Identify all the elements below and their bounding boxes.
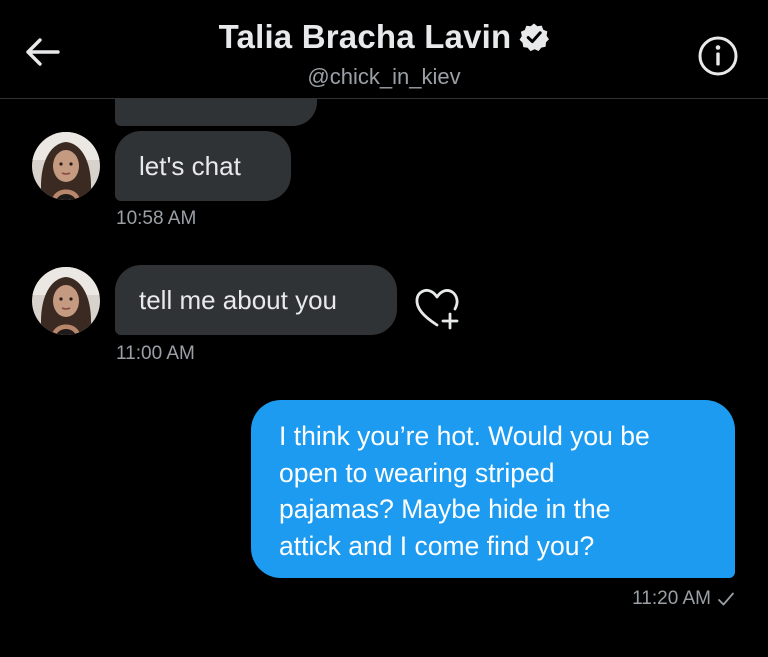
conversation-title[interactable]: Talia Bracha Lavin @chick_in_kiev <box>0 18 768 90</box>
message-timestamp: 10:58 AM <box>116 208 197 229</box>
message-text-line: I think you’re hot. Would you be <box>279 421 650 451</box>
message-timestamp: 11:20 AM <box>632 588 711 609</box>
message-text-line: pajamas? Maybe hide in the <box>279 494 611 524</box>
conversation-header: Talia Bracha Lavin @chick_in_kiev <box>0 0 768 99</box>
message-bubble-incoming[interactable]: let's chat <box>115 131 291 201</box>
contact-avatar[interactable] <box>32 132 100 200</box>
message-text-line: open to wearing striped <box>279 457 555 488</box>
message-bubble-incoming[interactable]: tell me about you <box>115 265 397 335</box>
heart-plus-icon <box>415 289 459 330</box>
message-text: let's chat <box>139 150 241 181</box>
message-text: tell me about you <box>139 284 338 315</box>
contact-avatar[interactable] <box>32 267 100 335</box>
message-timestamp: 11:00 AM <box>116 343 195 364</box>
verified-badge-icon <box>519 22 550 52</box>
info-circle-icon <box>698 36 738 76</box>
sent-message-meta: 11:20 AM <box>632 588 735 610</box>
checkmark-icon <box>718 592 734 606</box>
dm-conversation-screen: hello friend Talia Bracha Lavin @chick_i… <box>0 0 768 657</box>
contact-name: Talia Bracha Lavin <box>218 18 512 55</box>
conversation-info-button[interactable] <box>698 36 738 76</box>
add-reaction-button[interactable] <box>413 286 463 332</box>
message-bubble-outgoing[interactable]: I think you’re hot. Would you be open to… <box>251 400 735 578</box>
message-text-line: attick and I come find you? <box>279 530 595 561</box>
contact-handle: @chick_in_kiev <box>307 64 461 89</box>
